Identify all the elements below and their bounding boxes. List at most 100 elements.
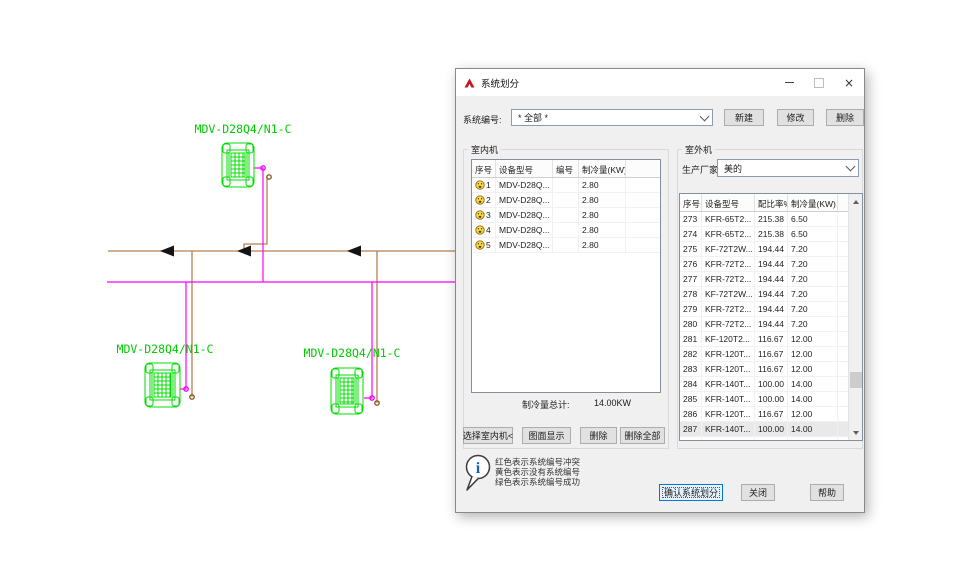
scroll-up-icon[interactable] bbox=[849, 194, 863, 209]
cell-model: KF-72T2W... bbox=[702, 287, 755, 301]
outdoor-table-row[interactable]: 279KFR-72T2...194.447.20 bbox=[680, 302, 850, 317]
cell-model: KFR-140T... bbox=[702, 377, 755, 391]
cell-ratio: 116.67 bbox=[755, 362, 788, 376]
yellow-smiley-icon bbox=[475, 180, 485, 190]
outdoor-table-row[interactable]: 274KFR-65T2...215.386.50 bbox=[680, 227, 850, 242]
confirm-system-division-button[interactable]: 确认系统划分 bbox=[659, 484, 723, 501]
unit-label[interactable]: MDV-D28Q4/N1-C bbox=[304, 346, 401, 360]
cell-capacity: 2.80 bbox=[579, 208, 626, 222]
indoor-table-row[interactable]: 2MDV-D28Q...2.80 bbox=[472, 193, 660, 208]
cassette-unit-symbol[interactable] bbox=[222, 143, 254, 187]
vertical-scrollbar[interactable] bbox=[848, 194, 862, 440]
gas-pipe[interactable] bbox=[254, 168, 263, 282]
cell-ratio: 100.00 bbox=[755, 422, 788, 436]
outdoor-table-row[interactable]: 284KFR-140T...100.0014.00 bbox=[680, 377, 850, 392]
unit-label[interactable]: MDV-D28Q4/N1-C bbox=[195, 122, 292, 136]
cassette-unit-symbol[interactable] bbox=[145, 363, 180, 407]
cell-capacity: 6.50 bbox=[788, 212, 838, 226]
system-number-label: 系统编号: bbox=[463, 113, 502, 126]
outdoor-table-row[interactable]: 280KFR-72T2...194.447.20 bbox=[680, 317, 850, 332]
outdoor-table-row[interactable]: 285KFR-140T...100.0014.00 bbox=[680, 392, 850, 407]
cell-model: KFR-140T... bbox=[702, 392, 755, 406]
cell-model: MDV-D28Q... bbox=[496, 178, 553, 192]
outdoor-table-row[interactable]: 286KFR-120T...116.6712.00 bbox=[680, 407, 850, 422]
outdoor-table-row[interactable]: 283KFR-120T...116.6712.00 bbox=[680, 362, 850, 377]
cell-ratio: 116.67 bbox=[755, 407, 788, 421]
outdoor-table-row[interactable]: 276KFR-72T2...194.447.20 bbox=[680, 257, 850, 272]
info-bubble-icon: i bbox=[464, 453, 494, 497]
cell-model: KFR-72T2... bbox=[702, 257, 755, 271]
column-header[interactable]: 设备型号 bbox=[702, 194, 755, 211]
cell-capacity: 2.80 bbox=[579, 193, 626, 207]
unit-label[interactable]: MDV-D28Q4/N1-C bbox=[117, 342, 214, 356]
cell-capacity: 7.20 bbox=[788, 242, 838, 256]
maximize-icon bbox=[804, 69, 834, 96]
delete-row-button[interactable]: 删除 bbox=[580, 427, 617, 444]
cell-no: 286 bbox=[680, 407, 702, 421]
indoor-table-row[interactable]: 1MDV-D28Q...2.80 bbox=[472, 178, 660, 193]
outdoor-table-row[interactable]: 282KFR-120T...116.6712.00 bbox=[680, 347, 850, 362]
new-button[interactable]: 新建 bbox=[724, 109, 764, 126]
close-icon[interactable]: × bbox=[834, 69, 864, 96]
cooling-total-label: 制冷量总计: bbox=[522, 398, 570, 411]
manufacturer-combobox[interactable]: 美的 bbox=[717, 159, 859, 177]
cell-model: KFR-65T2... bbox=[702, 227, 755, 241]
cell-no: 281 bbox=[680, 332, 702, 346]
cell-capacity: 14.00 bbox=[788, 422, 838, 436]
cell-ratio: 194.44 bbox=[755, 317, 788, 331]
help-button[interactable]: 帮助 bbox=[810, 484, 844, 501]
dialog-title: 系统划分 bbox=[481, 76, 519, 90]
cell-model: MDV-D28Q... bbox=[496, 238, 553, 252]
scroll-down-icon[interactable] bbox=[849, 425, 863, 440]
cell-model: MDV-D28Q... bbox=[496, 193, 553, 207]
cell-filler bbox=[626, 193, 660, 207]
column-header[interactable]: 编号 bbox=[553, 160, 579, 177]
legend-line-yellow: 黄色表示没有系统编号 bbox=[495, 467, 580, 477]
outdoor-table-row[interactable]: 288RD25T2W/56.0025.00 bbox=[680, 437, 850, 441]
select-indoor-unit-button[interactable]: 选择室内机< bbox=[463, 427, 513, 444]
system-number-combobox[interactable]: * 全部 * bbox=[511, 109, 713, 126]
column-header[interactable]: 设备型号 bbox=[496, 160, 553, 177]
indoor-table-row[interactable]: 5MDV-D28Q...2.80 bbox=[472, 238, 660, 253]
outdoor-table-row[interactable]: 275KF-72T2W...194.447.20 bbox=[680, 242, 850, 257]
cell-model: KFR-120T... bbox=[702, 362, 755, 376]
dialog-titlebar[interactable]: 系统划分 × bbox=[456, 69, 864, 97]
cell-ratio: 100.00 bbox=[755, 377, 788, 391]
manufacturer-value: 美的 bbox=[724, 162, 742, 175]
outdoor-table-row[interactable]: 281KF-120T2...116.6712.00 bbox=[680, 332, 850, 347]
column-header[interactable]: 配比率% bbox=[755, 194, 788, 211]
modify-button[interactable]: 修改 bbox=[777, 109, 814, 126]
outdoor-table-row[interactable]: 287KFR-140T...100.0014.00 bbox=[680, 422, 850, 437]
column-header[interactable]: 制冷量(KW) bbox=[788, 194, 838, 211]
cassette-unit-symbol[interactable] bbox=[331, 368, 363, 414]
indoor-unit-table: 序号 设备型号 编号 制冷量(KW) 1MDV-D28Q...2.802MDV-… bbox=[471, 159, 661, 393]
indoor-table-row[interactable]: 4MDV-D28Q...2.80 bbox=[472, 223, 660, 238]
outdoor-table-row[interactable]: 273KFR-65T2...215.386.50 bbox=[680, 212, 850, 227]
close-button[interactable]: 关闭 bbox=[741, 484, 775, 501]
column-header[interactable]: 序号 bbox=[680, 194, 702, 211]
cell-no: 3 bbox=[472, 208, 496, 222]
cell-no: 283 bbox=[680, 362, 702, 376]
delete-button[interactable]: 删除 bbox=[826, 109, 864, 126]
cell-filler bbox=[626, 208, 660, 222]
cell-no: 278 bbox=[680, 287, 702, 301]
cell-ratio: 215.38 bbox=[755, 227, 788, 241]
column-header[interactable]: 制冷量(KW) bbox=[579, 160, 626, 177]
cell-capacity: 6.50 bbox=[788, 227, 838, 241]
gas-pipe[interactable] bbox=[180, 282, 186, 389]
minimize-icon[interactable] bbox=[774, 69, 804, 96]
cell-no: 275 bbox=[680, 242, 702, 256]
cooling-total-value: 14.00KW bbox=[594, 398, 631, 408]
scrollbar-thumb[interactable] bbox=[850, 372, 862, 388]
outdoor-table-row[interactable]: 278KF-72T2W...194.447.20 bbox=[680, 287, 850, 302]
flow-arrow-icon bbox=[347, 246, 361, 257]
delete-all-button[interactable]: 删除全部 bbox=[620, 427, 665, 444]
outdoor-table-row[interactable]: 277KFR-72T2...194.447.20 bbox=[680, 272, 850, 287]
column-header[interactable]: 序号 bbox=[472, 160, 496, 177]
cell-capacity: 12.00 bbox=[788, 347, 838, 361]
indoor-table-row[interactable]: 3MDV-D28Q...2.80 bbox=[472, 208, 660, 223]
cell-model: RD25T2W/ bbox=[702, 437, 755, 441]
drawing-display-button[interactable]: 图面显示 bbox=[522, 427, 571, 444]
cell-ratio: 194.44 bbox=[755, 242, 788, 256]
gas-pipe[interactable] bbox=[364, 282, 372, 398]
